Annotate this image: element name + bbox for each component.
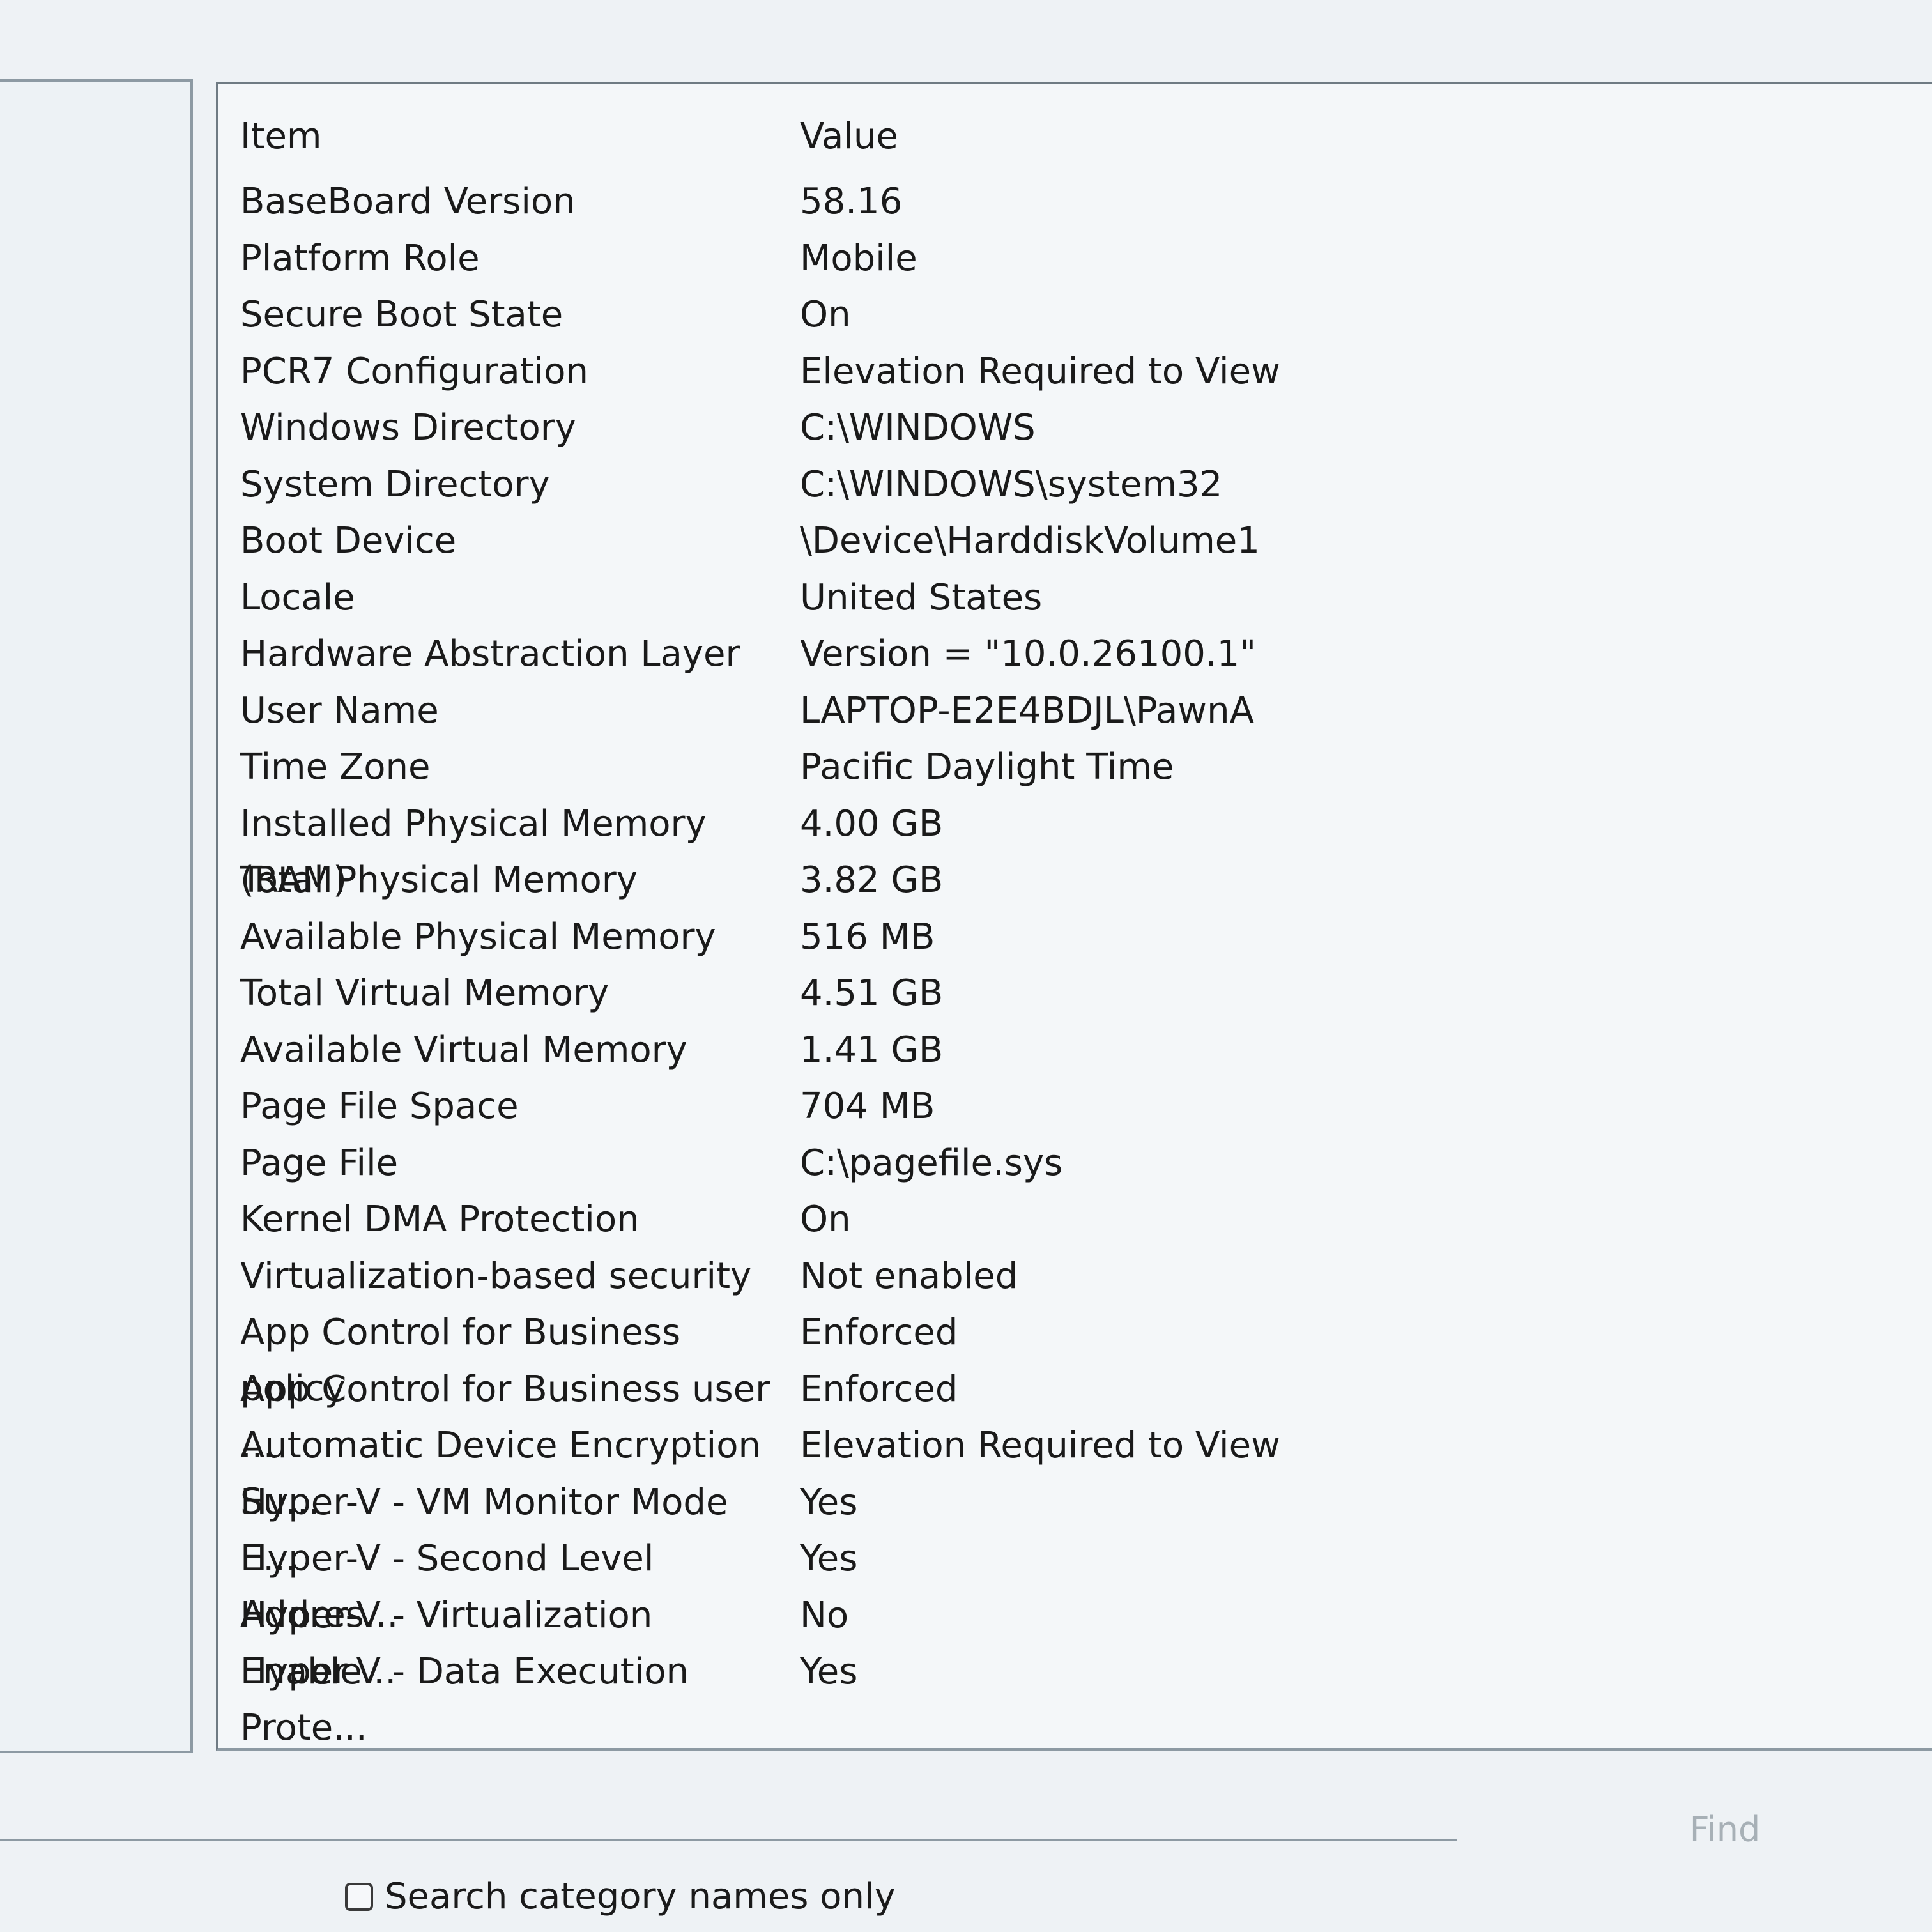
value-cell: C:\WINDOWS\system32 [800,463,1223,505]
table-row[interactable]: Locale United States [240,570,1837,627]
system-information-window: Item Value BaseBoard Version 58.16 Platfo… [0,0,1932,1932]
find-button[interactable]: Find [1597,1794,1853,1864]
value-cell: 4.51 GB [800,972,944,1014]
details-list: Item Value BaseBoard Version 58.16 Platfo… [216,82,1932,1751]
table-row[interactable]: PCR7 Configuration Elevation Required to … [240,344,1837,401]
table-row[interactable]: Hyper-V - Data Execution Prote... Yes [240,1644,1837,1749]
item-cell: User Name [240,689,439,732]
item-cell: Locale [240,576,355,618]
list-header: Item Value [240,109,1837,179]
item-cell: PCR7 Configuration [240,350,588,392]
table-row[interactable]: App Control for Business user ... Enforce… [240,1361,1837,1466]
value-cell: 1.41 GB [800,1029,944,1071]
value-cell: Enforced [800,1368,958,1410]
table-row[interactable]: Total Physical Memory 3.82 GB [240,852,1837,909]
item-cell: Page File [240,1142,399,1184]
item-cell: Available Virtual Memory [240,1029,687,1071]
table-row[interactable]: Page File Space 704 MB [240,1078,1837,1135]
value-cell: Elevation Required to View [800,1425,1280,1466]
value-cell: LAPTOP-E2E4BDJL\PawnA [800,689,1254,732]
item-cell: Total Physical Memory [240,859,638,901]
value-cell: Yes [800,1538,858,1579]
value-cell: Pacific Daylight Time [800,746,1174,788]
item-cell: System Directory [240,463,550,505]
item-cell: Platform Role [240,237,480,279]
item-cell: BaseBoard Version [240,181,576,222]
item-cell: Available Physical Memory [240,916,716,958]
table-row[interactable]: Hyper-V - VM Monitor Mode E... Yes [240,1475,1837,1579]
value-cell: C:\pagefile.sys [800,1142,1063,1184]
table-row[interactable]: Page File C:\pagefile.sys [240,1135,1837,1192]
column-header-value[interactable]: Value [800,109,1822,165]
item-cell: Hardware Abstraction Layer [240,633,740,675]
value-cell: 3.82 GB [800,859,944,901]
table-row[interactable]: App Control for Business policy Enforced [240,1305,1837,1409]
item-cell: Hyper-V - Data Execution Prote... [240,1651,689,1749]
value-cell: \Device\HarddiskVolume1 [800,520,1260,562]
search-category-names-checkbox[interactable] [345,1883,373,1911]
value-cell: Enforced [800,1312,958,1353]
table-row[interactable]: Kernel DMA Protection On [240,1192,1837,1248]
value-cell: 704 MB [800,1085,935,1127]
find-input[interactable] [0,1839,1457,1841]
list-rows: BaseBoard Version 58.16 Platform Role Mobi… [240,174,1837,1749]
search-category-names-option[interactable]: Search category names only [345,1874,896,1919]
table-row[interactable]: Installed Physical Memory (RAM) 4.00 GB [240,796,1837,901]
table-row[interactable]: Platform Role Mobile [240,231,1837,288]
category-tree-pane[interactable] [0,79,193,1753]
table-row[interactable]: Boot Device \Device\HarddiskVolume1 [240,513,1837,570]
item-cell: Virtualization-based security [240,1255,752,1297]
value-cell: Elevation Required to View [800,350,1280,392]
value-cell: On [800,1199,851,1240]
value-cell: No [800,1594,849,1636]
value-cell: United States [800,576,1043,618]
value-cell: Yes [800,1481,858,1523]
item-cell: Time Zone [240,746,431,788]
table-row[interactable]: Virtualization-based security Not enabled [240,1248,1837,1305]
value-cell: 516 MB [800,916,935,958]
item-cell: Page File Space [240,1085,519,1127]
item-cell: Kernel DMA Protection [240,1199,640,1240]
table-row[interactable]: Hyper-V - Virtualization Enable... No [240,1588,1837,1692]
table-row[interactable]: Hardware Abstraction Layer Version = "10.… [240,626,1837,683]
value-cell: 4.00 GB [800,802,944,845]
item-cell: Total Virtual Memory [240,972,610,1014]
value-cell: Yes [800,1651,858,1692]
find-bar: Find Search category names only [0,1756,1932,1932]
item-cell: Secure Boot State [240,294,564,335]
value-cell: Not enabled [800,1255,1018,1297]
table-row[interactable]: Windows Directory C:\WINDOWS [240,400,1837,457]
value-cell: C:\WINDOWS [800,407,1036,448]
item-cell: Boot Device [240,520,457,562]
table-row[interactable]: User Name LAPTOP-E2E4BDJL\PawnA [240,683,1837,740]
value-cell: Version = "10.0.26100.1" [800,633,1257,675]
value-cell: 58.16 [800,181,903,222]
table-row[interactable]: Time Zone Pacific Daylight Time [240,739,1837,796]
table-row[interactable]: Total Virtual Memory 4.51 GB [240,965,1837,1022]
table-row[interactable]: BaseBoard Version 58.16 [240,174,1837,231]
value-cell: On [800,294,851,335]
table-row[interactable]: Available Physical Memory 516 MB [240,909,1837,966]
table-row[interactable]: Hyper-V - Second Level Addres... Yes [240,1531,1837,1636]
table-row[interactable]: System Directory C:\WINDOWS\system32 [240,457,1837,514]
column-header-item[interactable]: Item [240,109,790,165]
search-category-names-label: Search category names only [385,1876,896,1917]
table-row[interactable]: Available Virtual Memory 1.41 GB [240,1022,1837,1079]
item-cell: Windows Directory [240,407,576,448]
value-cell: Mobile [800,237,917,279]
table-row[interactable]: Secure Boot State On [240,287,1837,344]
table-row[interactable]: Automatic Device Encryption Su... Elevati… [240,1418,1837,1522]
